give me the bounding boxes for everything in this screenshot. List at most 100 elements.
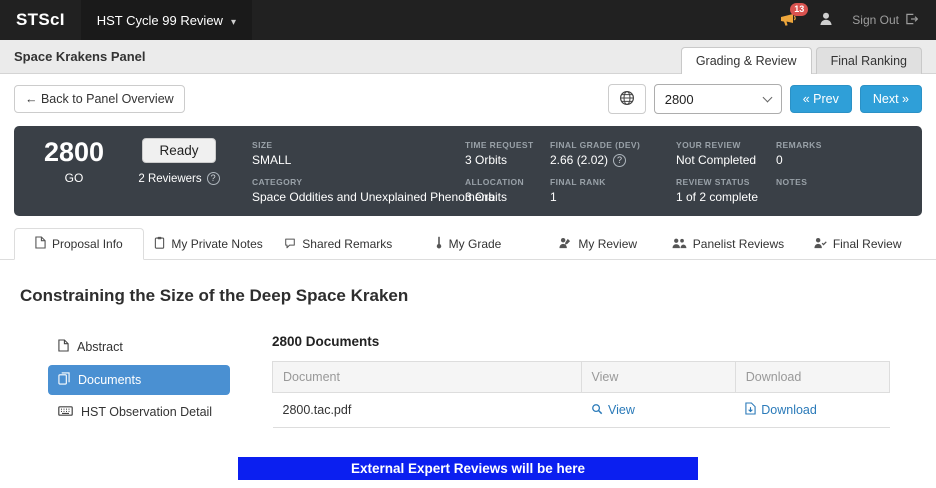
tab-my-grade-label: My Grade bbox=[449, 237, 502, 251]
tab-my-grade[interactable]: My Grade bbox=[403, 228, 533, 260]
tab-my-private-notes[interactable]: My Private Notes bbox=[144, 228, 274, 260]
prev-button[interactable]: « Prev bbox=[790, 85, 852, 113]
field-review-status-value: 1 of 2 complete bbox=[676, 190, 758, 204]
stsci-logo[interactable]: STScI bbox=[0, 0, 81, 40]
sign-out-button[interactable]: Sign Out bbox=[852, 13, 918, 28]
proposal-title: Constraining the Size of the Deep Space … bbox=[20, 286, 916, 306]
view-link-label: View bbox=[608, 403, 635, 417]
navbar-right-group: 13 Sign Out bbox=[777, 0, 936, 40]
tab-proposal-info-label: Proposal Info bbox=[52, 237, 123, 251]
sidebar-item-hst-observation-detail-label: HST Observation Detail bbox=[81, 405, 212, 419]
field-size: SIZE SMALL bbox=[252, 140, 465, 167]
tab-shared-remarks[interactable]: Shared Remarks bbox=[273, 228, 403, 260]
proposal-section-tabs: Proposal Info My Private Notes Shared Re… bbox=[0, 228, 936, 260]
field-time-request-value: 3 Orbits bbox=[465, 153, 507, 167]
field-size-value: SMALL bbox=[252, 153, 291, 167]
field-category: CATEGORY Space Oddities and Unexplained … bbox=[252, 177, 465, 204]
field-your-review-value: Not Completed bbox=[676, 153, 756, 167]
panel-mode-tabs: Grading & Review Final Ranking bbox=[681, 47, 922, 73]
file-icon bbox=[58, 339, 69, 355]
field-your-review: YOUR REVIEW Not Completed bbox=[676, 140, 776, 167]
field-your-review-label: YOUR REVIEW bbox=[676, 140, 776, 150]
back-to-panel-button[interactable]: ← Back to Panel Overview bbox=[14, 85, 185, 113]
caret-down-icon bbox=[231, 13, 236, 28]
field-time-request-label: TIME REQUEST bbox=[465, 140, 550, 150]
column-document: Document bbox=[273, 362, 582, 393]
tab-proposal-info[interactable]: Proposal Info bbox=[14, 228, 144, 260]
pages-icon bbox=[58, 372, 70, 388]
sign-out-label: Sign Out bbox=[852, 13, 899, 27]
tab-panelist-reviews[interactable]: Panelist Reviews bbox=[663, 228, 793, 260]
proposal-summary-panel: 2800 GO Ready 2 Reviewers SIZE SMALL TIM… bbox=[14, 126, 922, 216]
field-final-rank-label: FINAL RANK bbox=[550, 177, 676, 187]
documents-table-header-row: Document View Download bbox=[273, 362, 890, 393]
proposal-nav-group: 2800 « Prev Next » bbox=[608, 84, 922, 114]
final-grade-help-icon[interactable] bbox=[613, 154, 626, 167]
file-download-icon bbox=[745, 402, 756, 418]
panel-header-bar: Space Krakens Panel Grading & Review Fin… bbox=[0, 40, 936, 74]
reviewers-row: 2 Reviewers bbox=[120, 172, 238, 185]
proposal-select[interactable]: 2800 bbox=[654, 84, 782, 114]
tab-my-private-notes-label: My Private Notes bbox=[171, 237, 262, 251]
account-button[interactable] bbox=[816, 9, 836, 32]
cycle-review-label: HST Cycle 99 Review bbox=[97, 13, 223, 28]
proposal-type: GO bbox=[28, 171, 120, 185]
proposal-id-block: 2800 GO bbox=[28, 138, 120, 185]
tab-shared-remarks-label: Shared Remarks bbox=[302, 237, 392, 251]
chevron-down-icon bbox=[762, 93, 772, 103]
field-remarks-value: 0 bbox=[776, 153, 783, 167]
field-allocation-value: 3 Orbits bbox=[465, 190, 507, 204]
field-final-rank: FINAL RANK 1 bbox=[550, 177, 676, 204]
field-allocation: ALLOCATION 3 Orbits bbox=[465, 177, 550, 204]
field-final-grade-value: 2.66 (2.02) bbox=[550, 153, 608, 167]
summary-fields-grid: SIZE SMALL TIME REQUEST 3 Orbits FINAL G… bbox=[252, 138, 906, 204]
globe-button[interactable] bbox=[608, 84, 646, 114]
field-category-label: CATEGORY bbox=[252, 177, 465, 187]
person-check-icon bbox=[813, 237, 827, 252]
panel-title: Space Krakens Panel bbox=[14, 49, 146, 64]
tab-grading-review[interactable]: Grading & Review bbox=[681, 47, 812, 74]
sidebar-item-documents-label: Documents bbox=[78, 373, 141, 387]
field-review-status-label: REVIEW STATUS bbox=[676, 177, 776, 187]
top-navbar: STScI HST Cycle 99 Review 13 Sign Out bbox=[0, 0, 936, 40]
keyboard-icon bbox=[58, 405, 73, 419]
proposal-select-value: 2800 bbox=[665, 92, 694, 107]
user-icon bbox=[818, 11, 834, 30]
proposal-number: 2800 bbox=[28, 138, 120, 166]
tab-panelist-reviews-label: Panelist Reviews bbox=[693, 237, 784, 251]
documents-heading: 2800 Documents bbox=[272, 334, 890, 349]
table-row: 2800.tac.pdf View Download bbox=[273, 393, 890, 428]
column-download: Download bbox=[735, 362, 889, 393]
sign-out-icon bbox=[905, 13, 918, 28]
ready-status-button[interactable]: Ready bbox=[142, 138, 215, 163]
column-view: View bbox=[581, 362, 735, 393]
tab-final-review-label: Final Review bbox=[833, 237, 902, 251]
proposal-sidebar: Abstract Documents HST Observation Detai… bbox=[48, 332, 230, 429]
announcements-button[interactable]: 13 bbox=[777, 9, 800, 32]
tab-final-review[interactable]: Final Review bbox=[792, 228, 922, 260]
tab-my-review[interactable]: My Review bbox=[533, 228, 663, 260]
sidebar-item-abstract-label: Abstract bbox=[77, 340, 123, 354]
speech-bubble-icon bbox=[284, 237, 296, 252]
proposal-content: Abstract Documents HST Observation Detai… bbox=[0, 332, 936, 429]
tab-final-ranking[interactable]: Final Ranking bbox=[816, 47, 922, 74]
view-link[interactable]: View bbox=[591, 403, 635, 418]
documents-section: 2800 Documents Document View Download 28… bbox=[272, 332, 890, 429]
reviewers-count: 2 Reviewers bbox=[138, 173, 201, 185]
field-size-label: SIZE bbox=[252, 140, 465, 150]
sidebar-item-documents[interactable]: Documents bbox=[48, 365, 230, 395]
sidebar-item-abstract[interactable]: Abstract bbox=[48, 332, 230, 362]
person-edit-icon bbox=[558, 237, 572, 252]
field-remarks: REMARKS 0 bbox=[776, 140, 906, 167]
download-link[interactable]: Download bbox=[745, 402, 817, 418]
field-allocation-label: ALLOCATION bbox=[465, 177, 550, 187]
proposal-toolbar: ← Back to Panel Overview 2800 « Prev Nex… bbox=[0, 74, 936, 122]
cycle-review-menu[interactable]: HST Cycle 99 Review bbox=[81, 0, 252, 40]
reviewers-help-icon[interactable] bbox=[207, 172, 220, 185]
field-notes: NOTES bbox=[776, 177, 906, 204]
next-button[interactable]: Next » bbox=[860, 85, 922, 113]
field-remarks-label: REMARKS bbox=[776, 140, 906, 150]
thermometer-icon bbox=[435, 236, 443, 252]
field-category-value: Space Oddities and Unexplained Phenomena bbox=[252, 190, 495, 204]
sidebar-item-hst-observation-detail[interactable]: HST Observation Detail bbox=[48, 398, 230, 426]
